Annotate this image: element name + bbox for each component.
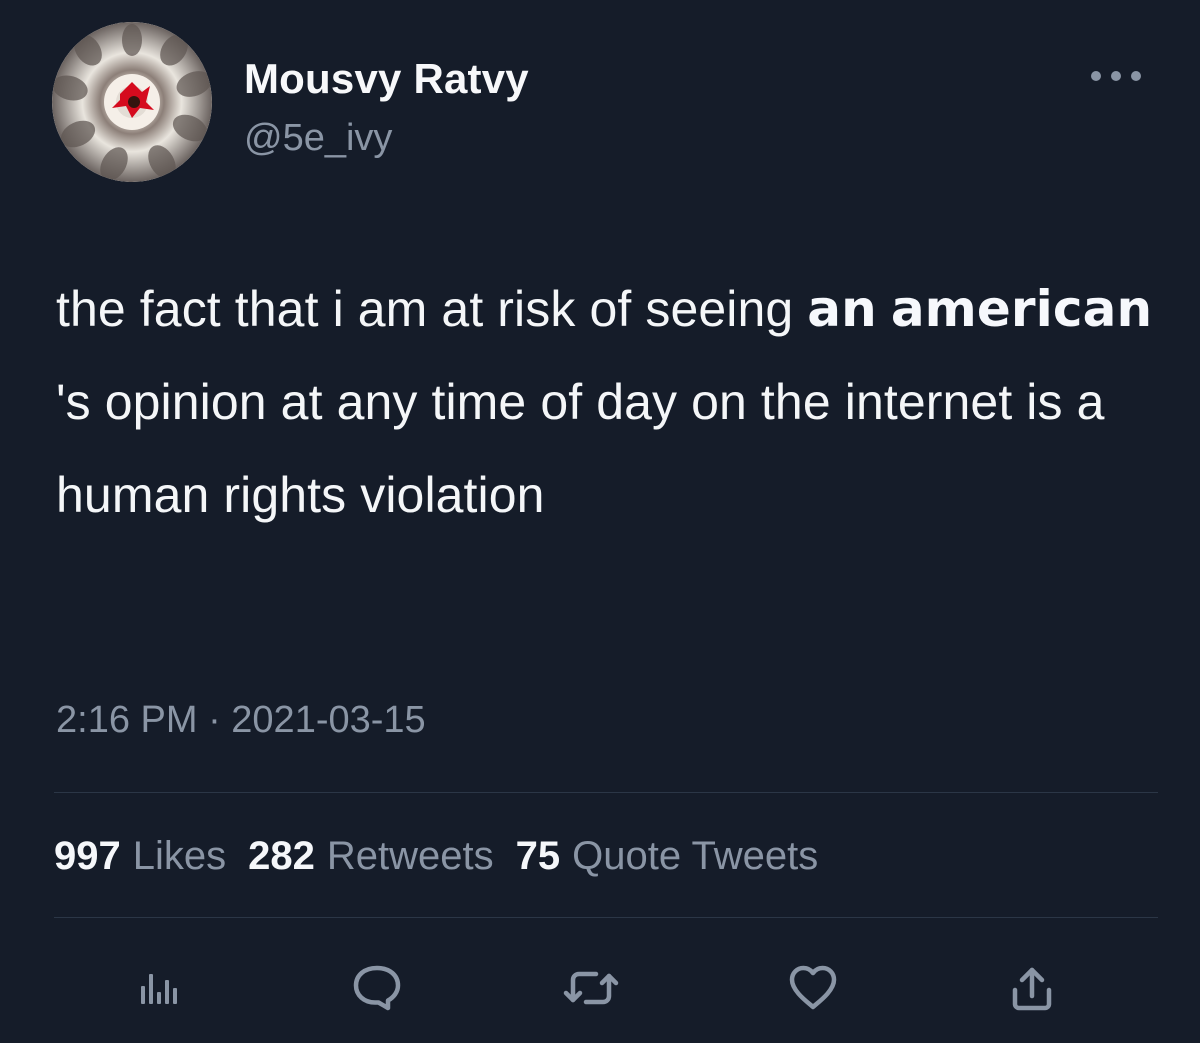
like-button[interactable] <box>781 956 845 1020</box>
likes-count: 997 <box>54 834 121 878</box>
author-handle[interactable]: @5e_ivy <box>244 116 392 160</box>
timestamp[interactable]: 2:16 PM · 2021-03-15 <box>56 697 426 743</box>
retweets-stat[interactable]: 282 Retweets <box>248 832 494 880</box>
retweets-count: 282 <box>248 834 315 878</box>
retweet-icon <box>563 971 619 1005</box>
reply-button[interactable] <box>345 956 409 1020</box>
analytics-icon <box>141 974 177 1004</box>
action-bar <box>108 956 1058 1020</box>
share-icon <box>1012 967 1052 1011</box>
more-button[interactable] <box>1084 64 1148 88</box>
quote-tweets-count: 75 <box>515 834 561 878</box>
tweet-text: the fact that i am at risk of seeing an … <box>56 263 1171 542</box>
quote-tweets-label: Quote Tweets <box>572 834 819 878</box>
stats-row: 997 Likes 282 Retweets 75 Quote Tweets <box>54 832 818 880</box>
tweet-card: Mousvy Ratvy @5e_ivy the fact that i am … <box>0 0 1200 1043</box>
reply-icon <box>353 965 401 1011</box>
more-icon <box>1091 71 1141 81</box>
analytics-button[interactable] <box>126 956 190 1020</box>
heart-icon <box>789 965 837 1010</box>
quote-tweets-stat[interactable]: 75 Quote Tweets <box>516 832 819 880</box>
retweets-label: Retweets <box>326 834 494 878</box>
share-button[interactable] <box>1000 956 1064 1020</box>
author-name[interactable]: Mousvy Ratvy <box>244 54 529 104</box>
tweet-text-part-2: an <box>807 280 877 338</box>
likes-label: Likes <box>132 834 227 878</box>
tweet-text-part-4: american <box>890 280 1153 338</box>
tweet-text-part-5: 's opinion at any time of day on the int… <box>56 374 1105 523</box>
avatar[interactable] <box>52 22 212 182</box>
tweet-text-part-3 <box>877 281 891 337</box>
retweet-button[interactable] <box>559 956 623 1020</box>
tweet-text-part-1: the fact that i am at risk of seeing <box>56 281 808 337</box>
divider-bottom <box>54 917 1158 918</box>
likes-stat[interactable]: 997 Likes <box>54 832 226 880</box>
divider-top <box>54 792 1158 793</box>
